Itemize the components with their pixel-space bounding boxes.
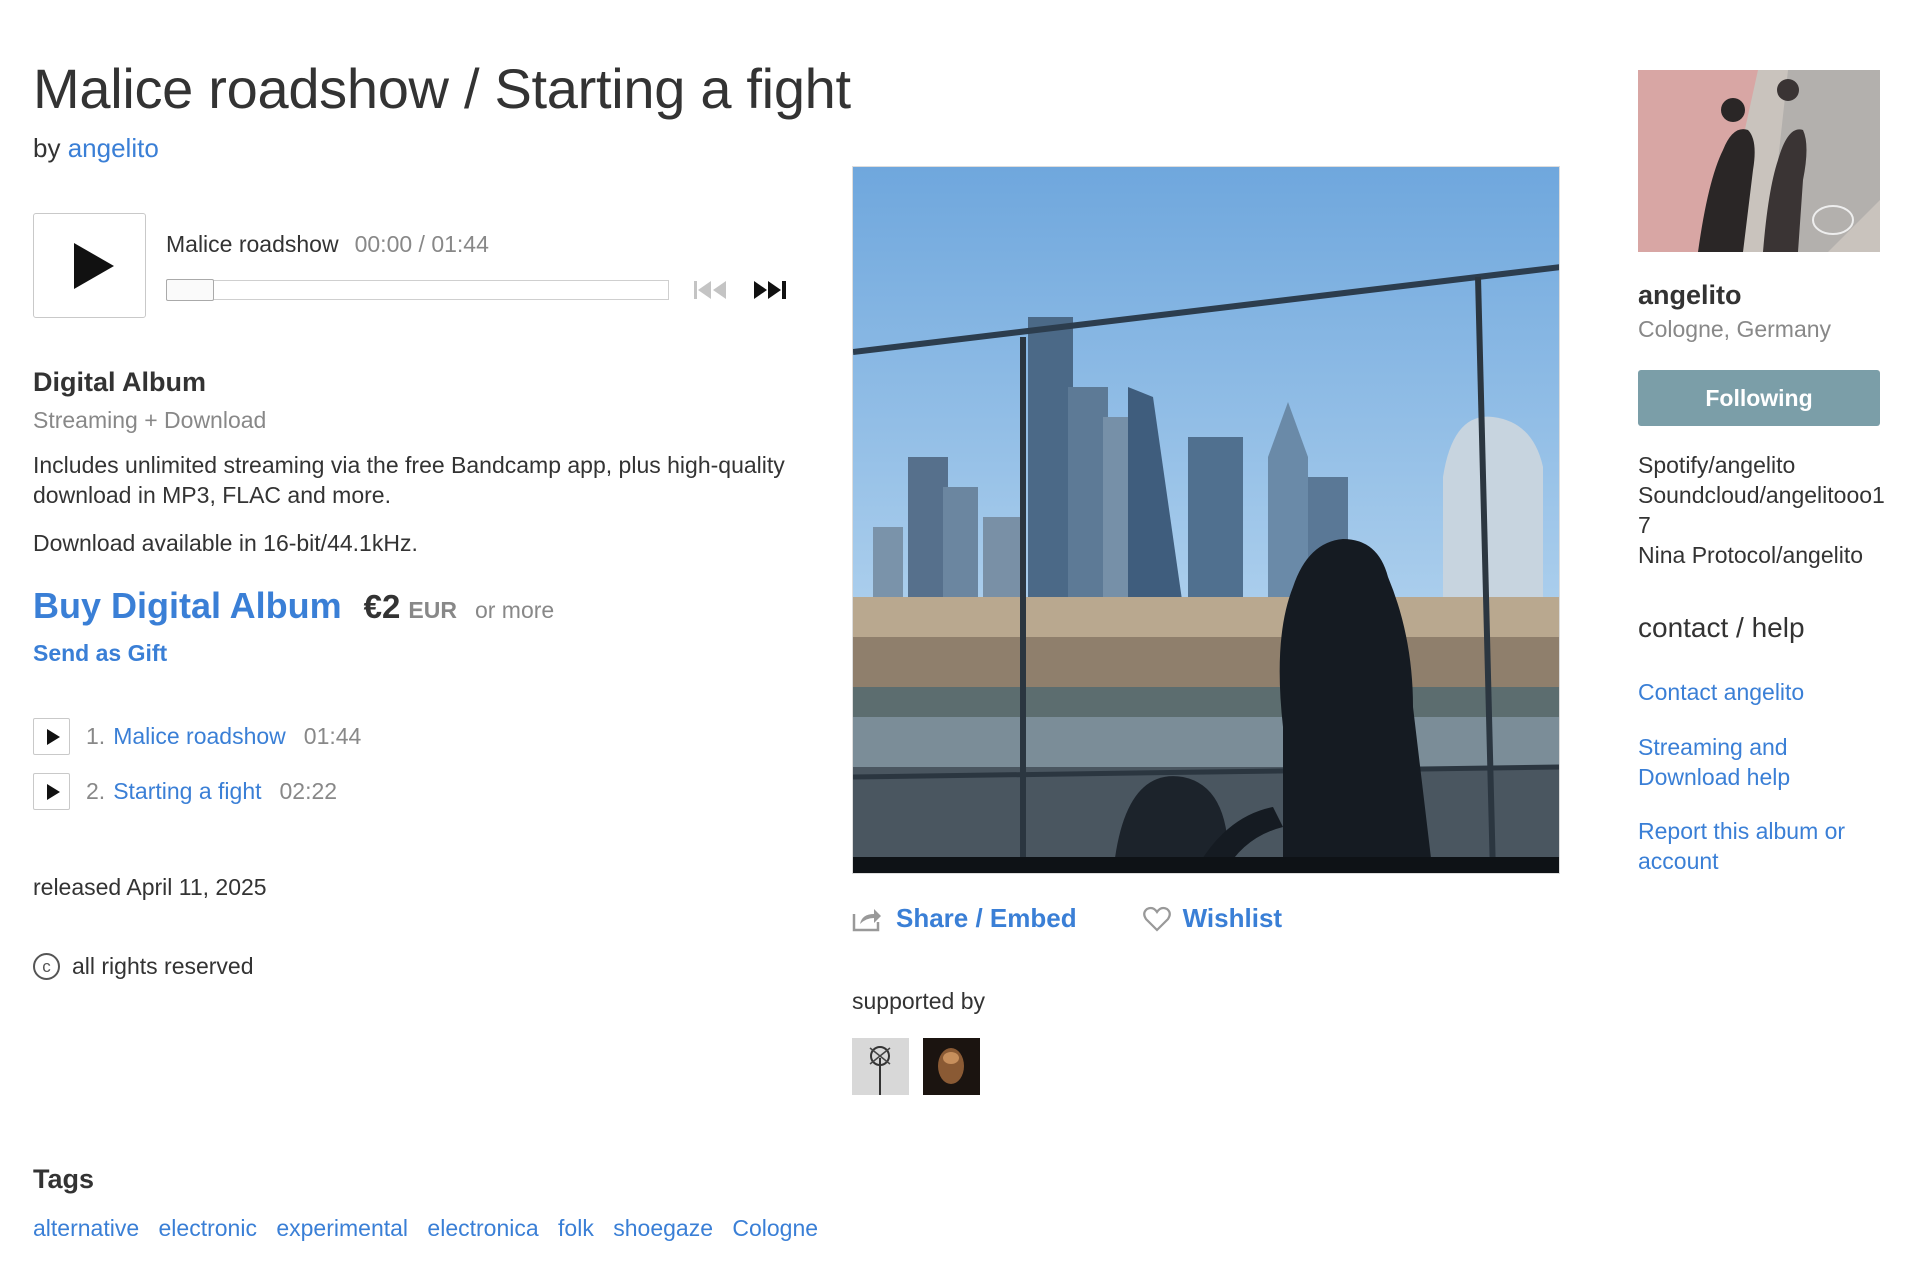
track-link[interactable]: Malice roadshow — [113, 723, 286, 750]
price: €2 — [363, 588, 401, 625]
track-number: 1. — [86, 723, 106, 749]
wishlist-link[interactable]: Wishlist — [1183, 903, 1282, 934]
prev-track-button[interactable] — [693, 278, 731, 302]
heart-icon — [1142, 906, 1171, 932]
track-play-button[interactable] — [33, 718, 70, 755]
rights-text: all rights reserved — [72, 953, 254, 979]
artist-link-text: Soundcloud/angelitooo17 — [1638, 482, 1885, 538]
now-playing: Malice roadshow 00:00 / 01:44 — [166, 231, 489, 258]
supporter-avatar[interactable] — [923, 1038, 980, 1095]
tag-link[interactable]: experimental — [276, 1215, 408, 1241]
play-button[interactable] — [33, 213, 146, 318]
digital-album-subheading: Streaming + Download — [33, 407, 267, 433]
rights-notice: c all rights reserved — [33, 953, 254, 980]
tag-link[interactable]: alternative — [33, 1215, 139, 1241]
album-cover-art[interactable] — [852, 166, 1560, 874]
play-icon — [73, 242, 114, 289]
prev-track-icon — [694, 281, 726, 299]
supporter-avatar-image — [923, 1038, 980, 1095]
supported-by-heading: supported by — [852, 988, 985, 1014]
cover-image — [853, 167, 1559, 873]
now-playing-title: Malice roadshow — [166, 231, 339, 257]
supporter-avatar-image — [852, 1038, 909, 1095]
artist-name[interactable]: angelito — [1638, 280, 1742, 311]
download-availability: Download available in 16-bit/44.1kHz. — [33, 530, 418, 556]
share-embed-link[interactable]: Share / Embed — [896, 903, 1077, 934]
artist-link[interactable]: angelito — [68, 133, 159, 163]
artist-photo-image — [1638, 70, 1880, 252]
progress-bar[interactable] — [166, 279, 669, 301]
track-row: 2. Starting a fight 02:22 — [33, 773, 337, 810]
track-duration: 01:44 — [303, 723, 362, 749]
by-prefix: by — [33, 133, 61, 163]
buy-digital-album-link[interactable]: Buy Digital Album — [33, 585, 342, 627]
share-wishlist-row: Share / Embed Wishlist — [852, 903, 1282, 934]
share-icon — [852, 908, 881, 931]
tags-heading: Tags — [33, 1164, 95, 1194]
playback-time: 00:00 / 01:44 — [354, 231, 489, 257]
track-play-button[interactable] — [33, 773, 70, 810]
copyright-icon: c — [33, 953, 60, 980]
track-link[interactable]: Starting a fight — [113, 778, 261, 805]
digital-album-description: Includes unlimited streaming via the fre… — [33, 452, 785, 508]
artist-location: Cologne, Germany — [1638, 316, 1832, 342]
release-date: released April 11, 2025 — [33, 874, 267, 900]
contact-artist-link[interactable]: Contact angelito — [1638, 677, 1888, 707]
artist-link-text: Spotify/angelito — [1638, 452, 1796, 478]
contact-help-heading: contact / help — [1638, 612, 1805, 643]
tag-link[interactable]: shoegaze — [613, 1215, 713, 1241]
tag-link[interactable]: folk — [558, 1215, 594, 1241]
buy-row: Buy Digital Album €2 EUR or more — [33, 585, 554, 627]
play-icon — [46, 728, 60, 745]
track-duration: 02:22 — [279, 778, 338, 804]
send-as-gift-link[interactable]: Send as Gift — [33, 640, 167, 667]
tag-link[interactable]: Cologne — [732, 1215, 818, 1241]
track-row: 1. Malice roadshow 01:44 — [33, 718, 361, 755]
album-title: Malice roadshow / Starting a fight — [33, 57, 851, 120]
digital-album-heading: Digital Album — [33, 367, 206, 397]
currency: EUR — [408, 597, 457, 623]
or-more-label: or more — [474, 597, 555, 623]
artist-link-text: Nina Protocol/angelito — [1638, 542, 1864, 568]
artist-bio-links: Spotify/angelito Soundcloud/angelitooo17… — [1638, 450, 1888, 570]
report-album-link[interactable]: Report this album or account — [1638, 816, 1878, 876]
supporter-avatar[interactable] — [852, 1038, 909, 1095]
following-button[interactable]: Following — [1638, 370, 1880, 426]
tags-list: alternative electronic experimental elec… — [33, 1215, 831, 1242]
progress-thumb[interactable] — [166, 279, 214, 301]
tag-link[interactable]: electronic — [159, 1215, 257, 1241]
tag-link[interactable]: electronica — [427, 1215, 538, 1241]
track-number: 2. — [86, 778, 106, 804]
play-icon — [46, 783, 60, 800]
streaming-help-link[interactable]: Streaming and Download help — [1638, 732, 1838, 792]
next-track-button[interactable] — [752, 278, 790, 302]
byline: by angelito — [33, 133, 159, 164]
artist-photo[interactable] — [1638, 70, 1880, 252]
next-track-icon — [754, 281, 786, 299]
